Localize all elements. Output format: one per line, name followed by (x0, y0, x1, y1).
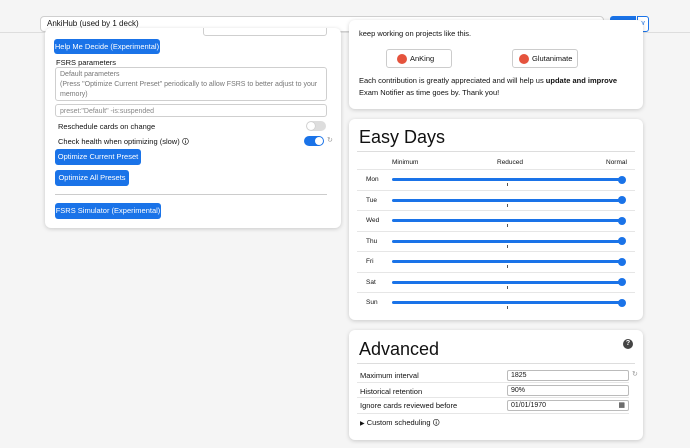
optimize-all-button[interactable]: Optimize All Presets (55, 170, 129, 186)
day-label-sat: Sat (366, 278, 376, 286)
day-label-tue: Tue (366, 196, 377, 204)
reschedule-toggle[interactable] (306, 121, 326, 131)
revert-icon[interactable]: ↻ (327, 136, 333, 144)
day-row-divider (357, 230, 635, 232)
anking-label: AnKing (410, 54, 435, 63)
fsrs-parameters-label: FSRS parameters (56, 58, 117, 67)
anking-button[interactable]: AnKing (386, 49, 452, 68)
col-reduced: Reduced (497, 159, 524, 166)
max-interval-label: Maximum interval (360, 371, 419, 380)
contribution-card: keep working on projects like this. AnKi… (349, 20, 643, 109)
top-field-stub (203, 28, 327, 36)
slider-knob[interactable] (618, 298, 626, 307)
day-label-thu: Thu (366, 237, 378, 245)
contrib-body-pre: Each contribution is greatly appreciated… (359, 76, 546, 85)
easy-day-slider-mon[interactable] (392, 178, 622, 181)
historical-retention-input[interactable]: 90% (507, 385, 629, 396)
easy-day-slider-sat[interactable] (392, 280, 622, 284)
ignore-before-date-input[interactable]: 01/01/1970 ▦ (507, 400, 629, 411)
slider-knob[interactable] (618, 278, 626, 286)
contrib-body: Each contribution is greatly appreciated… (359, 75, 635, 99)
fsrs-simulator-button[interactable]: FSRS Simulator (Experimental) (55, 203, 161, 219)
slider-knob[interactable] (618, 196, 626, 204)
fsrs-parameters-textarea[interactable]: Default parameters (Press "Optimize Curr… (55, 67, 327, 101)
row-divider (357, 382, 629, 383)
reduced-tick (507, 285, 508, 289)
day-label-fri: Fri (366, 258, 374, 265)
info-icon[interactable]: 🛈 (433, 420, 440, 427)
easy-day-slider-wed[interactable] (392, 219, 622, 222)
advanced-title: Advanced (359, 339, 440, 359)
day-label-sun: Sun (366, 299, 378, 306)
fsrs-card: Help Me Decide (Experimental) FSRS param… (45, 28, 341, 228)
divider (55, 194, 327, 195)
col-minimum: Minimum (392, 159, 419, 166)
max-interval-input[interactable]: 1825 (507, 370, 629, 381)
help-me-decide-button[interactable]: Help Me Decide (Experimental) (54, 39, 160, 54)
revert-icon[interactable]: ↻ (632, 370, 638, 378)
preset-select-value: AnkiHub (used by 1 deck) (47, 19, 139, 28)
contrib-body-bold: update and improve (545, 76, 618, 85)
row-divider (357, 413, 629, 414)
custom-scheduling-toggle[interactable]: ▶ Custom scheduling 🛈 (360, 418, 440, 430)
day-row-divider (357, 210, 635, 211)
glutanimate-button[interactable]: Glutanimate (512, 49, 578, 68)
day-row-divider (357, 189, 635, 191)
ignore-before-value: 01/01/1970 (511, 402, 547, 409)
reschedule-label: Reschedule cards on change (58, 122, 156, 131)
optimize-search-input[interactable]: preset:"Default" -is:suspended (55, 104, 327, 117)
historical-retention-label: Historical retention (360, 387, 423, 396)
help-icon[interactable]: ? (623, 339, 633, 349)
reduced-tick (507, 183, 508, 186)
contrib-top-text: keep working on projects like this. (359, 29, 472, 38)
day-row-divider (357, 251, 635, 252)
day-label-mon: Mon (366, 176, 379, 183)
day-label-wed: Wed (366, 217, 380, 224)
contrib-body-post: Exam Notifier as time goes by. Thank you… (359, 88, 500, 97)
day-row-divider (357, 169, 635, 170)
title-divider (357, 363, 635, 364)
triangle-right-icon: ▶ (360, 421, 365, 427)
info-icon[interactable]: 🛈 (182, 139, 189, 146)
day-row-divider (357, 292, 635, 293)
check-health-label: Check health when optimizing (slow) 🛈 (58, 137, 189, 149)
heart-icon (519, 54, 529, 65)
heart-icon (397, 54, 407, 65)
reduced-tick (507, 306, 508, 309)
ignore-before-label: Ignore cards reviewed before (360, 401, 458, 410)
easy-day-slider-thu[interactable] (392, 239, 622, 243)
slider-knob[interactable] (618, 216, 626, 225)
advanced-card: Advanced ? Maximum interval 1825 ↻ Histo… (349, 330, 643, 440)
check-health-text: Check health when optimizing (slow) (58, 137, 180, 146)
slider-knob[interactable] (618, 237, 626, 245)
glutanimate-label: Glutanimate (532, 54, 573, 63)
custom-scheduling-label: Custom scheduling (366, 418, 431, 427)
easy-day-slider-sun[interactable] (392, 301, 622, 304)
reduced-tick (507, 265, 508, 268)
optimize-current-button[interactable]: Optimize Current Preset (55, 149, 141, 165)
check-health-toggle[interactable] (304, 136, 324, 146)
row-divider (357, 397, 629, 398)
easy-days-card: Easy Days Minimum Reduced Normal Mon Tue W… (349, 119, 643, 320)
easy-day-slider-tue[interactable] (392, 198, 622, 202)
reduced-tick (507, 244, 508, 248)
slider-knob[interactable] (618, 257, 626, 266)
slider-knob[interactable] (618, 175, 626, 184)
title-divider (357, 151, 635, 152)
easy-days-title: Easy Days (359, 127, 446, 147)
reduced-tick (507, 224, 508, 227)
reduced-tick (507, 203, 508, 207)
calendar-icon[interactable]: ▦ (618, 401, 625, 411)
easy-day-slider-fri[interactable] (392, 260, 622, 263)
day-row-divider (357, 271, 635, 273)
col-normal: Normal (606, 159, 627, 166)
